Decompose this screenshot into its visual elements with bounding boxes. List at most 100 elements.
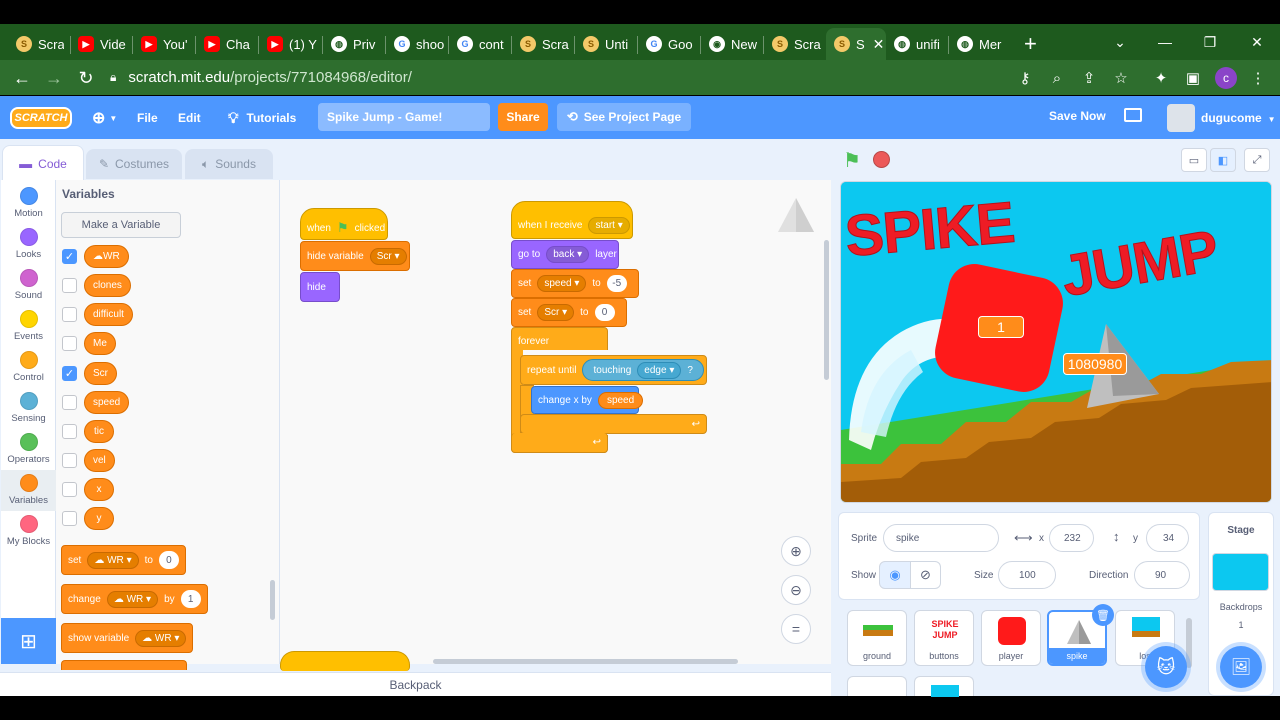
stop-sign-icon[interactable] <box>873 151 890 168</box>
variable-checkbox[interactable]: ✓ <box>62 366 77 381</box>
category-my-blocks[interactable]: My Blocks <box>1 511 56 552</box>
show-variable-block[interactable]: show variable ☁ WR ▾ <box>61 623 194 653</box>
zoom-icon[interactable]: ⌕ <box>1046 67 1068 89</box>
variable-reporter[interactable]: x <box>84 478 114 501</box>
variable-checkbox[interactable] <box>62 453 77 468</box>
sprite-card-buttons[interactable]: SPIKE JUMP buttons <box>914 610 974 666</box>
variable-checkbox[interactable] <box>62 482 77 497</box>
workspace-v-scrollbar[interactable] <box>824 240 829 380</box>
see-project-page-button[interactable]: ⟲ See Project Page <box>557 103 691 131</box>
variable-dropdown[interactable]: Scr ▾ <box>537 304 575 321</box>
variable-reporter[interactable]: vel <box>84 449 115 472</box>
close-window-icon[interactable]: ✕ <box>1235 24 1279 60</box>
language-menu[interactable]: ⊕ ▼ <box>92 109 117 127</box>
workspace-h-scrollbar[interactable] <box>433 659 738 664</box>
backpack-bar[interactable]: Backpack <box>0 672 831 696</box>
stage-thumbnail[interactable] <box>1212 553 1269 591</box>
hide-variable-block-partial[interactable] <box>61 660 187 670</box>
hide-variable-block[interactable]: hide variable Scr ▾ <box>300 241 410 271</box>
tab-search-icon[interactable]: ⌄ <box>1098 24 1142 60</box>
fullscreen-button[interactable]: ⤢ <box>1244 148 1270 172</box>
variable-reporter[interactable]: y <box>84 507 114 530</box>
add-backdrop-button[interactable]: 🖼︎ <box>1220 646 1262 688</box>
variable-reporter[interactable]: speed <box>84 391 130 414</box>
green-flag-icon[interactable]: ⚑ <box>843 148 865 172</box>
sprite-card-ground[interactable]: ground <box>847 610 907 666</box>
target-dropdown[interactable]: edge ▾ <box>637 361 682 379</box>
x-input[interactable]: 232 <box>1049 524 1094 552</box>
variable-dropdown[interactable]: speed ▾ <box>537 275 587 292</box>
variable-checkbox[interactable] <box>62 307 77 322</box>
variable-checkbox[interactable] <box>62 511 77 526</box>
value-input[interactable]: -5 <box>606 275 627 292</box>
variable-reporter[interactable]: ☁ WR <box>84 245 129 268</box>
folder-icon[interactable] <box>1124 108 1142 122</box>
browser-tab[interactable]: S Unti <box>583 28 633 60</box>
browser-tab-active[interactable]: S S ✕ <box>826 28 886 60</box>
tab-code[interactable]: ▬ Code <box>2 145 84 181</box>
delete-sprite-button[interactable]: 🗑︎ <box>1092 604 1114 626</box>
tab-costumes[interactable]: ✎ Costumes <box>86 149 182 179</box>
extensions-icon[interactable]: ✦ <box>1150 67 1172 89</box>
variable-checkbox[interactable] <box>62 336 77 351</box>
variable-dropdown[interactable]: ☁ WR ▾ <box>135 629 187 647</box>
y-input[interactable]: 34 <box>1146 524 1189 552</box>
when-i-receive-block[interactable]: when I receive start ▾ <box>511 201 633 239</box>
category-sensing[interactable]: Sensing <box>1 388 56 429</box>
browser-tab[interactable]: ◍ unifi <box>894 28 944 60</box>
large-stage-button[interactable]: ◧ <box>1210 148 1236 172</box>
close-tab-icon[interactable]: ✕ <box>873 36 885 53</box>
partial-event-block[interactable] <box>280 651 410 671</box>
layer-dropdown[interactable]: back ▾ <box>546 246 590 263</box>
browser-tab[interactable]: Gshoo <box>394 28 444 60</box>
browser-tab[interactable]: ▶ (1) Y <box>267 28 319 60</box>
speed-reporter[interactable]: speed <box>597 391 644 409</box>
change-x-block[interactable]: change x by speed <box>531 386 644 414</box>
hide-block[interactable]: hide <box>300 272 340 302</box>
palette-scrollbar[interactable] <box>270 580 275 620</box>
variable-reporter[interactable]: clones <box>84 274 131 297</box>
wr-variable-monitor[interactable]: 1 <box>978 316 1024 338</box>
variable-reporter[interactable]: Me <box>84 332 116 355</box>
category-looks[interactable]: Looks <box>1 224 56 265</box>
variable-dropdown[interactable]: ☁ WR ▾ <box>106 590 159 608</box>
category-variables[interactable]: Variables <box>1 470 56 511</box>
url-field[interactable]: 🔒︎ scratch.mit.edu/projects/771084968/ed… <box>110 63 1000 91</box>
reload-icon[interactable]: ↻ <box>74 66 98 90</box>
category-sound[interactable]: Sound <box>1 265 56 306</box>
save-now-button[interactable]: Save Now <box>1049 109 1106 123</box>
add-sprite-button[interactable]: 🐱︎ <box>1145 646 1187 688</box>
variable-reporter[interactable]: difficult <box>84 303 133 326</box>
zoom-in-button[interactable]: ⊕ <box>781 536 811 566</box>
show-visible-button[interactable]: ◉ <box>879 561 911 589</box>
category-events[interactable]: Events <box>1 306 56 347</box>
back-icon[interactable]: ← <box>10 66 34 90</box>
scratch-logo[interactable]: SCRATCH <box>10 107 72 129</box>
bookmark-star-icon[interactable]: ☆ <box>1110 67 1132 89</box>
small-stage-button[interactable]: ▭ <box>1181 148 1207 172</box>
variable-dropdown[interactable]: ☁ WR ▾ <box>87 551 139 569</box>
browser-tab[interactable]: ▶ Cha <box>204 28 254 60</box>
touching-edge-block[interactable]: touching edge ▾ ? <box>582 359 704 381</box>
browser-tab[interactable]: ◍ Mer <box>957 28 1007 60</box>
size-input[interactable]: 100 <box>998 561 1056 589</box>
new-tab-button[interactable]: + <box>1024 28 1044 60</box>
make-variable-button[interactable]: Make a Variable <box>61 212 181 238</box>
key-icon[interactable]: ⚷ <box>1014 67 1036 89</box>
sprite-card-partial[interactable] <box>914 676 974 697</box>
variable-checkbox[interactable] <box>62 278 77 293</box>
kebab-menu-icon[interactable]: ⋮ <box>1247 67 1269 89</box>
direction-input[interactable]: 90 <box>1134 561 1190 589</box>
zoom-out-button[interactable]: ⊖ <box>781 575 811 605</box>
browser-tab[interactable]: ▶ You' <box>141 28 191 60</box>
variable-dropdown[interactable]: Scr ▾ <box>369 247 407 265</box>
browser-tab[interactable]: S Scra <box>16 28 64 60</box>
set-scr-block[interactable]: set Scr ▾ to 0 <box>511 298 627 327</box>
value-input[interactable]: 0 <box>158 551 179 569</box>
browser-tab[interactable]: ◉ New <box>709 28 759 60</box>
variable-reporter[interactable]: tic <box>84 420 114 443</box>
browser-tab[interactable]: ▶ Vide <box>78 28 128 60</box>
sprite-name-input[interactable]: spike <box>883 524 999 552</box>
stage-canvas[interactable]: SPIKE JUMP 1 1080980 <box>840 181 1272 503</box>
restore-icon[interactable]: ❐ <box>1188 24 1232 60</box>
